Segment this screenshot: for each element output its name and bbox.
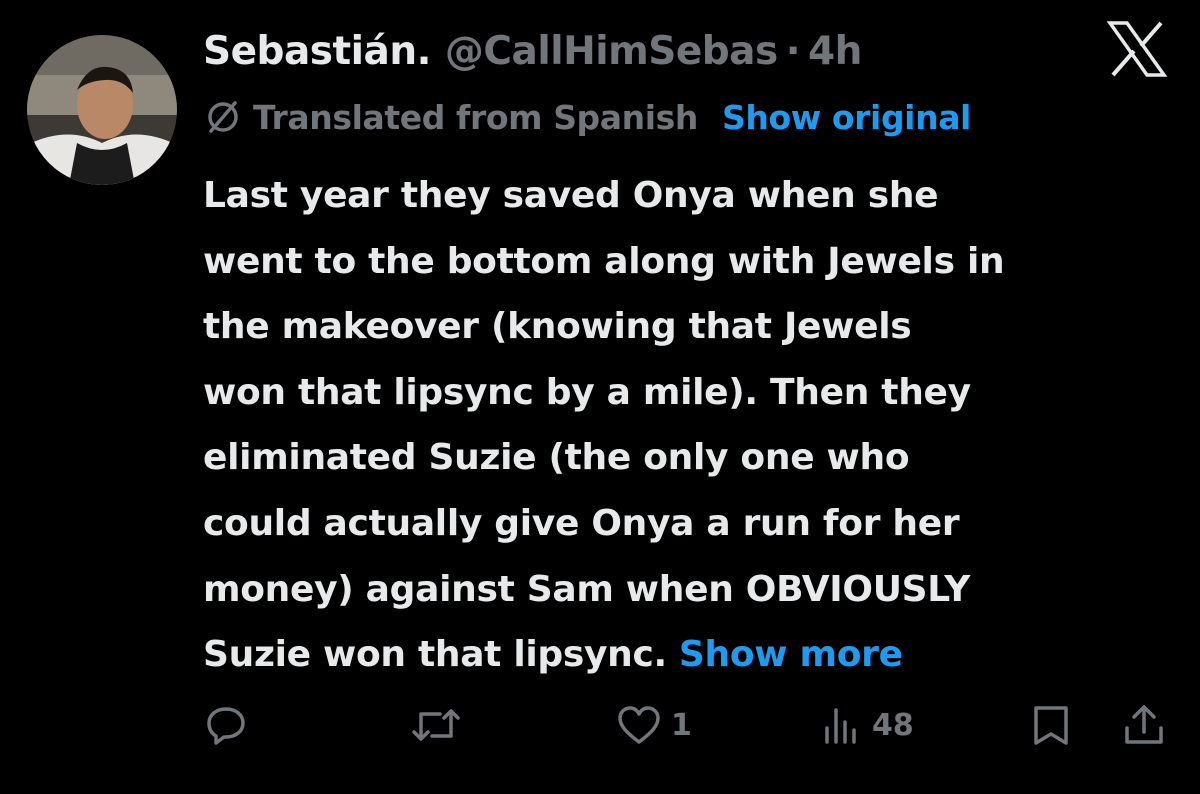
tweet-text-line: Last year they saved Onya when she — [203, 175, 939, 216]
translation-notice: Translated from Spanish Show original — [203, 93, 971, 141]
retweet-icon — [412, 709, 460, 741]
tweet-text-line: money) against Sam when OBVIOUSLY — [203, 568, 971, 610]
tweet-text-line: the makeover (knowing that Jewels — [203, 306, 912, 348]
translate-icon — [208, 101, 238, 133]
share-button[interactable] — [1122, 695, 1166, 755]
tweet-text: Last year they saved Onya when she went … — [203, 163, 1173, 688]
translated-from-label: Translated from Spanish — [253, 97, 698, 137]
separator-dot: · — [785, 28, 801, 74]
views-count: 48 — [872, 707, 914, 743]
tweet-header: Sebastián. @CallHimSebas · 4h — [203, 24, 862, 78]
tweet-text-line: could actually give Onya a run for her — [203, 502, 960, 544]
tweet-text-line: won that lipsync by a mile). Then they — [203, 371, 971, 413]
x-logo-icon[interactable] — [1106, 20, 1168, 78]
reply-button[interactable] — [203, 695, 249, 755]
retweet-button[interactable] — [410, 695, 462, 755]
tweet-text-line: went to the bottom along with Jewels in — [203, 240, 1005, 282]
like-count: 1 — [671, 707, 692, 743]
reply-icon — [207, 707, 245, 745]
show-more-link[interactable]: Show more — [679, 634, 903, 675]
action-bar: 1 48 — [0, 695, 1200, 755]
tweet-text-line: eliminated Suzie (the only one who — [203, 437, 910, 479]
share-icon — [1125, 705, 1163, 744]
display-name[interactable]: Sebastián. — [203, 29, 431, 74]
views-button[interactable]: 48 — [822, 695, 914, 755]
timestamp[interactable]: 4h — [808, 29, 862, 74]
like-button[interactable]: 1 — [615, 695, 692, 755]
bookmark-button[interactable] — [1030, 695, 1072, 755]
bookmark-icon — [1034, 706, 1068, 745]
avatar-image — [27, 35, 177, 185]
avatar[interactable] — [27, 35, 177, 185]
tweet-text-last-line: Suzie won that lipsync. Show more — [203, 622, 1173, 688]
views-icon — [825, 708, 856, 744]
tweet-text-line: Suzie won that lipsync. — [203, 634, 667, 676]
show-original-link[interactable]: Show original — [722, 98, 971, 137]
heart-icon — [618, 706, 660, 744]
user-handle[interactable]: @CallHimSebas — [445, 29, 778, 74]
